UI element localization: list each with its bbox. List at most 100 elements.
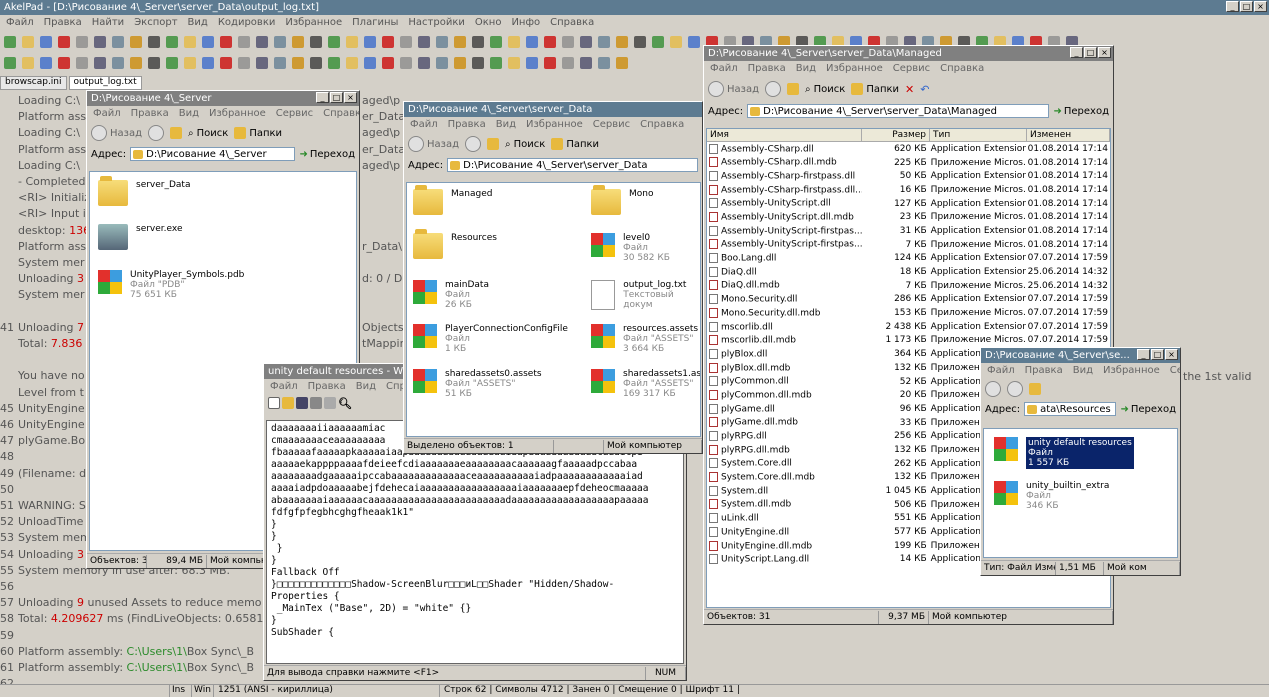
tab-output-log[interactable]: output_log.txt [68,76,142,90]
notepad-text-area[interactable]: daaaaaaaiiaaaaaamiac cmaaaaaaaceaaaaaaaaa… [266,420,684,664]
table-row[interactable]: Mono.Security.dll.mdb 153 КБ Приложение Mi… [707,306,1110,320]
toolbar-button-icon[interactable] [490,36,502,48]
file-item[interactable]: Managed [413,185,492,215]
address-input[interactable]: D:\Рисование 4\_Server [130,147,296,161]
toolbar-button-icon[interactable] [256,57,268,69]
toolbar-button-icon[interactable] [544,57,556,69]
toolbar-button-icon[interactable] [436,36,448,48]
column-name[interactable]: Имя [707,129,862,141]
menu-item[interactable]: Справка [940,63,984,74]
menu-item[interactable]: Файл [270,381,298,392]
toolbar-button-icon[interactable] [670,36,682,48]
menu-item[interactable]: Справка [550,17,594,28]
toolbar-button-icon[interactable] [148,57,160,69]
toolbar-button-icon[interactable] [274,36,286,48]
minimize-button[interactable]: _ [1137,349,1150,360]
file-item[interactable]: sharedassets1.ass Файл "ASSETS" 169 317 КБ [591,369,700,399]
table-row[interactable]: Assembly-UnityScript-firstpas... 7 КБ Прил… [707,238,1110,252]
toolbar-button-icon[interactable] [202,57,214,69]
table-row[interactable]: Assembly-UnityScript.dll.mdb 23 КБ Приложе… [707,210,1110,224]
toolbar-button-icon[interactable] [76,57,88,69]
toolbar-button-icon[interactable] [436,57,448,69]
toolbar-button-icon[interactable] [616,57,628,69]
column-modified[interactable]: Изменен [1027,129,1110,141]
toolbar-button-icon[interactable] [688,36,700,48]
toolbar-button-icon[interactable] [328,57,340,69]
menu-item[interactable]: Файл [987,365,1015,376]
new-icon[interactable] [268,397,280,409]
toolbar-button-icon[interactable] [400,57,412,69]
column-size[interactable]: Размер [862,129,930,141]
toolbar-button-icon[interactable] [220,57,232,69]
toolbar-button-icon[interactable] [598,36,610,48]
toolbar-button-icon[interactable] [220,36,232,48]
toolbar-button-icon[interactable] [508,57,520,69]
go-button[interactable]: ➜ Переход [1053,106,1109,117]
print-icon[interactable] [310,397,322,409]
toolbar-button-icon[interactable] [580,36,592,48]
menu-item[interactable]: Правка [448,119,486,130]
file-item[interactable]: PlayerConnectionConfigFile Файл 1 КБ [413,324,568,354]
close-button[interactable]: × [1165,349,1178,360]
file-item[interactable]: Resources [413,229,497,259]
toolbar-button-icon[interactable] [4,36,16,48]
back-button[interactable] [985,381,1001,397]
toolbar-button-icon[interactable] [364,57,376,69]
tab-browscap[interactable]: browscap.ini [0,76,67,90]
menu-item[interactable]: Окно [475,17,502,28]
file-item[interactable]: level0 Файл 30 582 КБ [591,233,670,263]
toolbar-button-icon[interactable] [148,36,160,48]
toolbar-button-icon[interactable] [580,57,592,69]
close-button[interactable]: × [1098,47,1111,58]
encoding-status[interactable]: 1251 (ANSI - кириллица) [214,685,440,697]
minimize-button[interactable]: _ [1070,47,1083,58]
menu-item[interactable]: Избранное [209,108,266,119]
toolbar-button-icon[interactable] [4,57,16,69]
toolbar-button-icon[interactable] [112,36,124,48]
file-pane[interactable]: Managed Mono Resources level0 Файл 30 582 КБ m… [406,182,701,437]
toolbar-button-icon[interactable] [562,36,574,48]
file-pane[interactable]: unity default resources Файл 1 557 КБ un… [983,428,1178,558]
toolbar-button-icon[interactable] [94,36,106,48]
menu-item[interactable]: Экспорт [134,17,177,28]
table-row[interactable]: Mono.Security.dll 286 КБ Application Exten… [707,293,1110,307]
menu-item[interactable]: Справка [640,119,684,130]
file-item[interactable]: server_Data [98,176,190,206]
menu-item[interactable]: Сервис [893,63,930,74]
menu-item[interactable]: Настройки [408,17,464,28]
table-row[interactable]: Assembly-CSharp-firstpass.dll 50 КБ Applic… [707,169,1110,183]
close-button[interactable]: × [1254,1,1267,12]
table-row[interactable]: mscorlib.dll.mdb 1 173 КБ Приложение Micro… [707,334,1110,348]
minimize-button[interactable]: _ [1226,1,1239,12]
menu-item[interactable]: Вид [188,17,208,28]
forward-button[interactable] [148,125,165,141]
folders-button[interactable]: Папки [851,83,899,95]
maximize-button[interactable]: □ [1240,1,1253,12]
menu-item[interactable]: Справка [323,108,359,119]
file-item[interactable]: UnityPlayer_Symbols.pdb Файл "PDB" 75 651 … [98,270,244,300]
back-button[interactable]: Назад [708,81,759,97]
forward-button[interactable] [765,81,782,97]
table-row[interactable]: Boo.Lang.dll 124 КБ Application Extension 0… [707,252,1110,266]
toolbar-button-icon[interactable] [418,36,430,48]
search-button[interactable]: ⌕ Поиск [505,139,545,150]
menu-item[interactable]: Избранное [826,63,883,74]
toolbar-button-icon[interactable] [418,57,430,69]
toolbar-button-icon[interactable] [544,36,556,48]
forward-button[interactable] [1007,381,1023,397]
toolbar-button-icon[interactable] [40,57,52,69]
toolbar-button-icon[interactable] [94,57,106,69]
toolbar-button-icon[interactable] [166,57,178,69]
menu-item[interactable]: Се [1170,365,1180,376]
menu-item[interactable]: Правка [308,381,346,392]
toolbar-button-icon[interactable] [634,36,646,48]
menu-item[interactable]: Правка [44,17,82,28]
toolbar-button-icon[interactable] [454,36,466,48]
maximize-button[interactable]: □ [1084,47,1097,58]
toolbar-button-icon[interactable] [22,57,34,69]
menu-item[interactable]: Сервис [276,108,313,119]
toolbar-button-icon[interactable] [130,57,142,69]
toolbar-button-icon[interactable] [202,36,214,48]
file-item[interactable]: server.exe [98,224,183,250]
menu-item[interactable]: Правка [748,63,786,74]
